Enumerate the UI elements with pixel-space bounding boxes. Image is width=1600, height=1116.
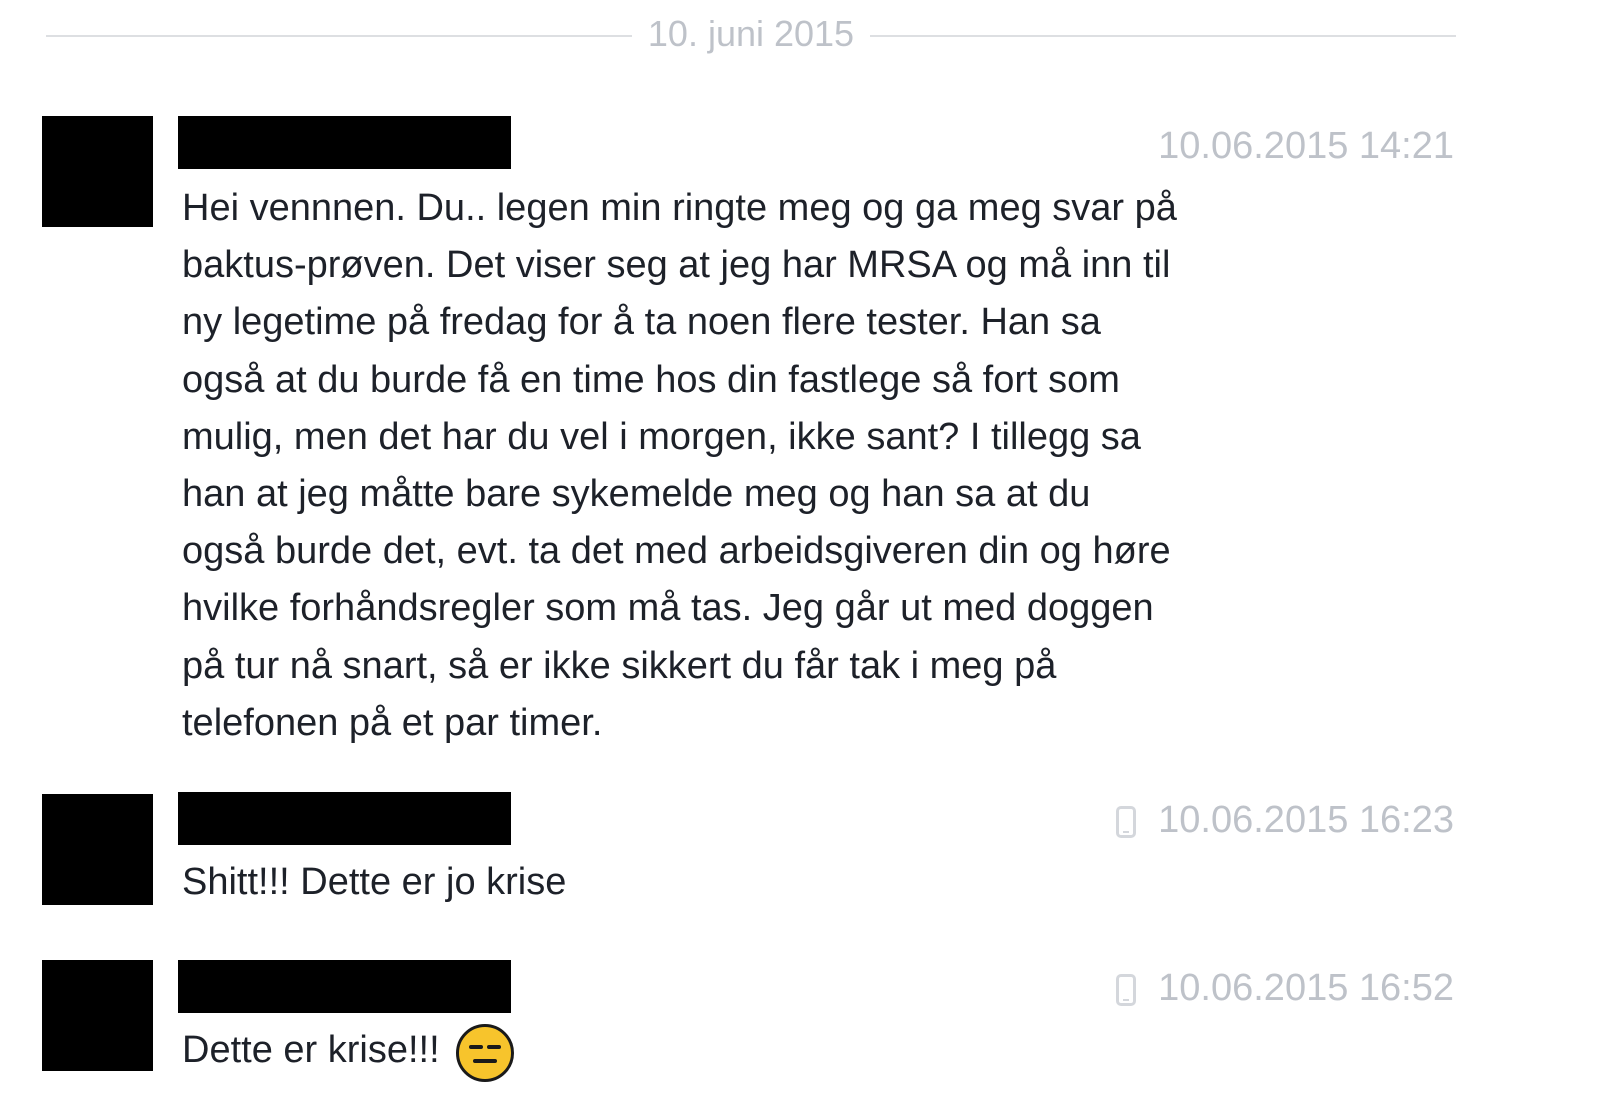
timestamp-text: 10.06.2015 14:21: [1158, 125, 1454, 167]
message-line: på tur nå snart, så er ikke sikkert du f…: [182, 644, 1057, 687]
message-line: hvilke forhåndsregler som må tas. Jeg gå…: [182, 587, 1154, 630]
divider-line-left: [46, 35, 632, 37]
avatar-redacted[interactable]: [42, 960, 153, 1071]
avatar-redacted[interactable]: [42, 116, 153, 227]
message-line: Shitt!!! Dette er jo krise: [182, 861, 567, 903]
message-body: Hei vennnen. Du.. legen min ringte meg o…: [182, 180, 1312, 752]
message-item: 10.06.2015 16:52 Dette er krise!!!: [0, 960, 1600, 1090]
message-timestamp: 10.06.2015 14:21: [1158, 124, 1454, 168]
message-line: han at jeg måtte bare sykemelde meg og h…: [182, 473, 1091, 516]
sender-name-redacted[interactable]: [178, 116, 511, 169]
message-line: mulig, men det har du vel i morgen, ikke…: [182, 415, 1141, 458]
divider-line-right: [870, 35, 1456, 37]
message-item: 10.06.2015 16:23 Shitt!!! Dette er jo kr…: [0, 792, 1600, 912]
sender-name-redacted[interactable]: [178, 792, 511, 845]
message-line: også at du burde få en time hos din fast…: [182, 358, 1120, 401]
message-line: også burde det, evt. ta det med arbeidsg…: [182, 530, 1171, 573]
neutral-face-emoji-icon: [455, 1024, 514, 1082]
message-line: baktus-prøven. Det viser seg at jeg har …: [182, 244, 1171, 287]
message-timestamp: 10.06.2015 16:23: [1116, 798, 1454, 842]
message-line: telefonen på et par timer.: [182, 701, 603, 744]
date-divider-label: 10. juni 2015: [647, 13, 855, 54]
date-divider: 10. juni 2015: [46, 10, 1456, 60]
timestamp-text: 10.06.2015 16:23: [1158, 799, 1454, 841]
timestamp-text: 10.06.2015 16:52: [1158, 967, 1454, 1009]
message-body: Dette er krise!!!: [182, 1022, 1312, 1082]
message-item: 10.06.2015 14:21 Hei vennnen. Du.. legen…: [0, 116, 1600, 756]
avatar-redacted[interactable]: [42, 794, 153, 905]
message-line: Hei vennnen. Du.. legen min ringte meg o…: [182, 187, 1177, 229]
mobile-phone-icon: [1116, 974, 1137, 1006]
sender-name-redacted[interactable]: [178, 960, 511, 1013]
message-body: Shitt!!! Dette er jo krise: [182, 854, 1312, 911]
message-timestamp: 10.06.2015 16:52: [1116, 966, 1454, 1010]
mobile-phone-icon: [1116, 806, 1137, 838]
message-line: ny legetime på fredag for å ta noen fler…: [182, 301, 1101, 344]
message-line: Dette er krise!!!: [182, 1029, 440, 1072]
